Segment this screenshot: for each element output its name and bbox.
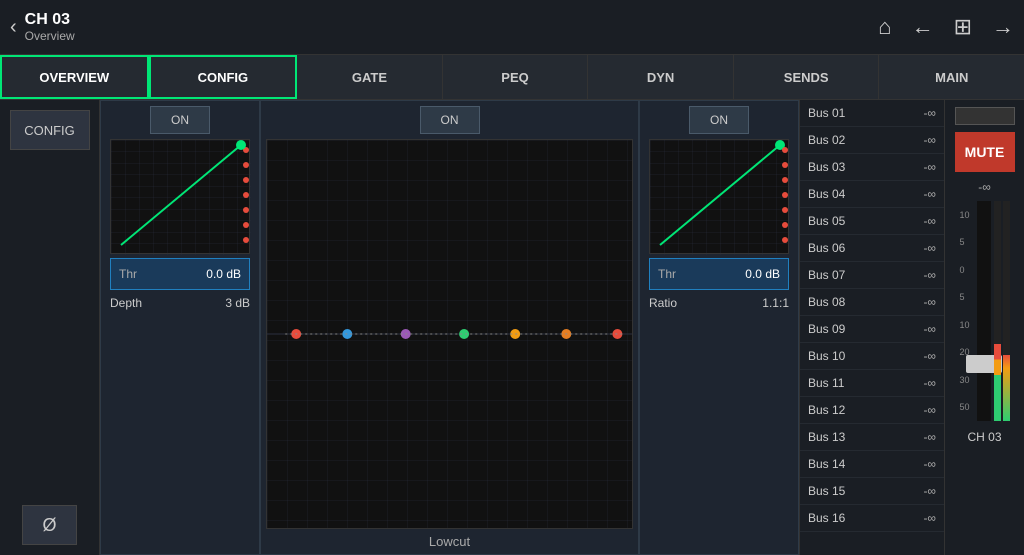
- top-bar: ‹ CH 03 Overview ⌂ ← ⊞ →: [0, 0, 1024, 55]
- tab-peq[interactable]: PEQ: [443, 55, 589, 99]
- bus-row[interactable]: Bus 06-∞: [800, 235, 944, 262]
- main-content: CONFIG Ø ON: [0, 100, 1024, 555]
- meter-bar-right: [1003, 201, 1010, 421]
- bus-row[interactable]: Bus 05-∞: [800, 208, 944, 235]
- tab-bar: OVERVIEW CONFIG GATE PEQ DYN SENDS MAIN: [0, 55, 1024, 100]
- meter-bars: [994, 201, 1010, 421]
- tab-main[interactable]: MAIN: [879, 55, 1024, 99]
- gate-section: ON: [100, 100, 260, 555]
- comp-graph[interactable]: [649, 139, 789, 254]
- channel-name: CH 03: [25, 11, 75, 29]
- bus-row[interactable]: Bus 12-∞: [800, 397, 944, 424]
- bus-row[interactable]: Bus 09-∞: [800, 316, 944, 343]
- comp-section: ON: [639, 100, 799, 555]
- bus-row[interactable]: Bus 16-∞: [800, 505, 944, 532]
- sections: ON: [100, 100, 799, 555]
- eq-on-button[interactable]: ON: [420, 106, 480, 134]
- channel-strip-top-display: [955, 107, 1015, 125]
- top-bar-left: ‹ CH 03 Overview: [10, 11, 878, 43]
- channel-info: CH 03 Overview: [25, 11, 75, 43]
- bus-row[interactable]: Bus 08-∞: [800, 289, 944, 316]
- bus-row[interactable]: Bus 02-∞: [800, 127, 944, 154]
- eq-graph[interactable]: [266, 139, 633, 529]
- meter-bar-left: [994, 201, 1001, 421]
- comp-ratio-row: Ratio 1.1:1: [649, 294, 789, 312]
- back-button[interactable]: ←: [912, 14, 934, 40]
- channel-strip: MUTE -∞ 10 5 0 5 10 20 30 50: [944, 100, 1024, 555]
- tab-config[interactable]: CONFIG: [149, 55, 298, 99]
- fader-meter-area: 10 5 0 5 10 20 30 50: [960, 201, 1010, 421]
- tab-dyn[interactable]: DYN: [588, 55, 734, 99]
- channel-sub: Overview: [25, 29, 75, 43]
- eq-section: ON: [260, 100, 639, 555]
- ch-label: CH 03: [967, 430, 1001, 444]
- eq-lowcut-label: Lowcut: [429, 534, 470, 549]
- tab-overview[interactable]: OVERVIEW: [0, 55, 149, 99]
- bus-row[interactable]: Bus 13-∞: [800, 424, 944, 451]
- left-sidebar: CONFIG Ø: [0, 100, 100, 555]
- gate-on-button[interactable]: ON: [150, 106, 210, 134]
- comp-thr-box[interactable]: Thr 0.0 dB: [649, 258, 789, 290]
- back-arrow-icon[interactable]: ‹: [10, 16, 17, 39]
- top-bar-icons: ⌂ ← ⊞ →: [878, 14, 1014, 40]
- bus-row[interactable]: Bus 14-∞: [800, 451, 944, 478]
- bus-row[interactable]: Bus 07-∞: [800, 262, 944, 289]
- meter-fill-right: [1003, 355, 1010, 421]
- tab-sends[interactable]: SENDS: [734, 55, 880, 99]
- tab-gate[interactable]: GATE: [297, 55, 443, 99]
- comp-grid-svg: [650, 140, 790, 255]
- forward-button[interactable]: →: [992, 14, 1014, 40]
- bus-row[interactable]: Bus 01-∞: [800, 100, 944, 127]
- meter-fill-left: [994, 344, 1001, 421]
- gate-thr-box[interactable]: Thr 0.0 dB: [110, 258, 250, 290]
- fader-track[interactable]: [977, 201, 991, 421]
- phase-button[interactable]: Ø: [22, 505, 77, 545]
- home-button[interactable]: ⌂: [878, 14, 891, 40]
- config-button[interactable]: CONFIG: [10, 110, 90, 150]
- bus-row[interactable]: Bus 03-∞: [800, 154, 944, 181]
- gate-depth-row: Depth 3 dB: [110, 294, 250, 312]
- comp-on-button[interactable]: ON: [689, 106, 749, 134]
- fader-scale: 10 5 0 5 10 20 30 50: [960, 201, 974, 421]
- inf-label: -∞: [978, 180, 991, 194]
- grid-button[interactable]: ⊞: [954, 14, 972, 40]
- gate-grid-svg: [111, 140, 251, 255]
- bus-row[interactable]: Bus 15-∞: [800, 478, 944, 505]
- gate-graph[interactable]: [110, 139, 250, 254]
- bus-row[interactable]: Bus 10-∞: [800, 343, 944, 370]
- bus-row[interactable]: Bus 04-∞: [800, 181, 944, 208]
- bus-row[interactable]: Bus 11-∞: [800, 370, 944, 397]
- eq-grid-svg: [267, 140, 632, 528]
- bus-list: Bus 01-∞Bus 02-∞Bus 03-∞Bus 04-∞Bus 05-∞…: [799, 100, 944, 555]
- mute-button[interactable]: MUTE: [955, 132, 1015, 172]
